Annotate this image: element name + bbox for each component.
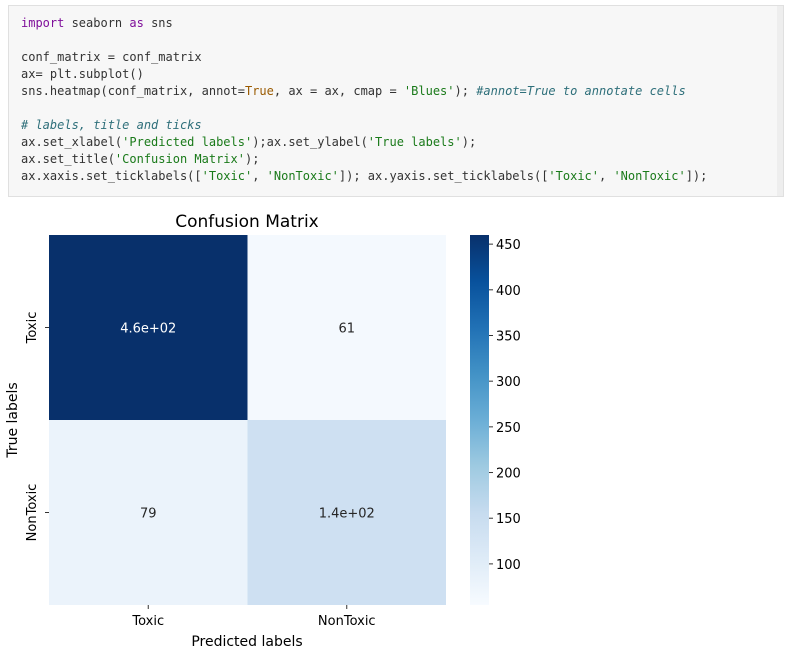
code-token: 'NonToxic' <box>613 169 686 183</box>
code-line: conf_matrix = conf_matrix <box>21 50 202 64</box>
colorbar-tick-label: 350 <box>496 329 521 344</box>
code-token: , ax = ax, cmap = <box>273 84 404 98</box>
code-token: ax.xaxis.set_ticklabels([ <box>21 169 202 183</box>
cell-annotation: 61 <box>338 322 355 337</box>
heatmap-figure: Confusion Matrix Predicted labels True l… <box>0 200 789 659</box>
code-line: ax.xaxis.set_ticklabels(['Toxic', 'NonTo… <box>21 169 707 183</box>
code-token: sns <box>143 16 173 30</box>
colorbar-tick-label: 200 <box>496 467 521 482</box>
code-token: );ax.set_ylabel( <box>252 135 368 149</box>
code-token: as <box>129 16 144 30</box>
code-token: # labels, title and ticks <box>21 118 202 132</box>
colorbar-tick-label: 300 <box>496 375 521 390</box>
code-cell[interactable]: import seaborn as sns conf_matrix = conf… <box>8 5 784 197</box>
code-token: 'True labels' <box>367 135 462 149</box>
x-axis-label: Predicted labels <box>191 634 302 650</box>
x-tick-label: Toxic <box>131 614 164 629</box>
code-line: ax.set_title('Confusion Matrix'); <box>21 152 259 166</box>
x-tick-label: NonToxic <box>318 614 376 629</box>
code-line: ax.set_xlabel('Predicted labels');ax.set… <box>21 135 476 149</box>
code-token: , <box>599 169 614 183</box>
cell-annotation: 4.6e+02 <box>120 322 176 337</box>
code-token: import <box>21 16 65 30</box>
code-token: 'Toxic' <box>201 169 253 183</box>
colorbar-tick-label: 450 <box>496 238 521 253</box>
cell-annotation: 1.4e+02 <box>319 507 375 522</box>
code-line: sns.heatmap(conf_matrix, annot=True, ax … <box>21 84 686 98</box>
code-cell-scrollbar[interactable] <box>777 6 783 196</box>
code-line: import seaborn as sns <box>21 16 173 30</box>
code-token: seaborn <box>64 16 130 30</box>
chart-title: Confusion Matrix <box>175 212 319 232</box>
colorbar <box>470 235 489 605</box>
code-token: True <box>244 84 274 98</box>
code-token: #annot=True to annotate cells <box>476 84 686 98</box>
confusion-matrix-chart: Confusion Matrix Predicted labels True l… <box>5 212 521 650</box>
code-editor[interactable]: import seaborn as sns conf_matrix = conf… <box>21 15 707 185</box>
code-token: ax.set_xlabel( <box>21 135 123 149</box>
y-tick-label: NonToxic <box>25 484 40 542</box>
code-token: 'Predicted labels' <box>122 135 253 149</box>
code-token: 'Toxic' <box>548 169 599 183</box>
code-token: 'Confusion Matrix' <box>114 152 245 166</box>
code-line: # labels, title and ticks <box>21 118 202 132</box>
colorbar-tick-label: 250 <box>496 421 521 436</box>
code-token: ); <box>461 135 477 149</box>
cell-annotation: 79 <box>140 507 157 522</box>
code-token: ); <box>244 152 260 166</box>
y-tick-label: Toxic <box>25 312 40 345</box>
code-line: ax= plt.subplot() <box>21 67 144 81</box>
code-token: ]); ax.yaxis.set_ticklabels([ <box>338 169 549 183</box>
colorbar-tick-label: 400 <box>496 284 521 299</box>
code-token: sns.heatmap(conf_matrix, annot= <box>21 84 245 98</box>
code-token: , <box>252 169 267 183</box>
code-token: ); <box>454 84 477 98</box>
code-token: 'Blues' <box>403 84 455 98</box>
colorbar-tick-label: 100 <box>496 558 521 573</box>
y-axis-label: True labels <box>5 382 21 458</box>
code-token: ax= plt.subplot() <box>21 67 144 81</box>
code-token: conf_matrix = conf_matrix <box>21 50 202 64</box>
code-token: ax.set_title( <box>21 152 115 166</box>
code-token: ]); <box>685 169 708 183</box>
code-token: 'NonToxic' <box>266 169 339 183</box>
colorbar-tick-label: 150 <box>496 512 521 527</box>
